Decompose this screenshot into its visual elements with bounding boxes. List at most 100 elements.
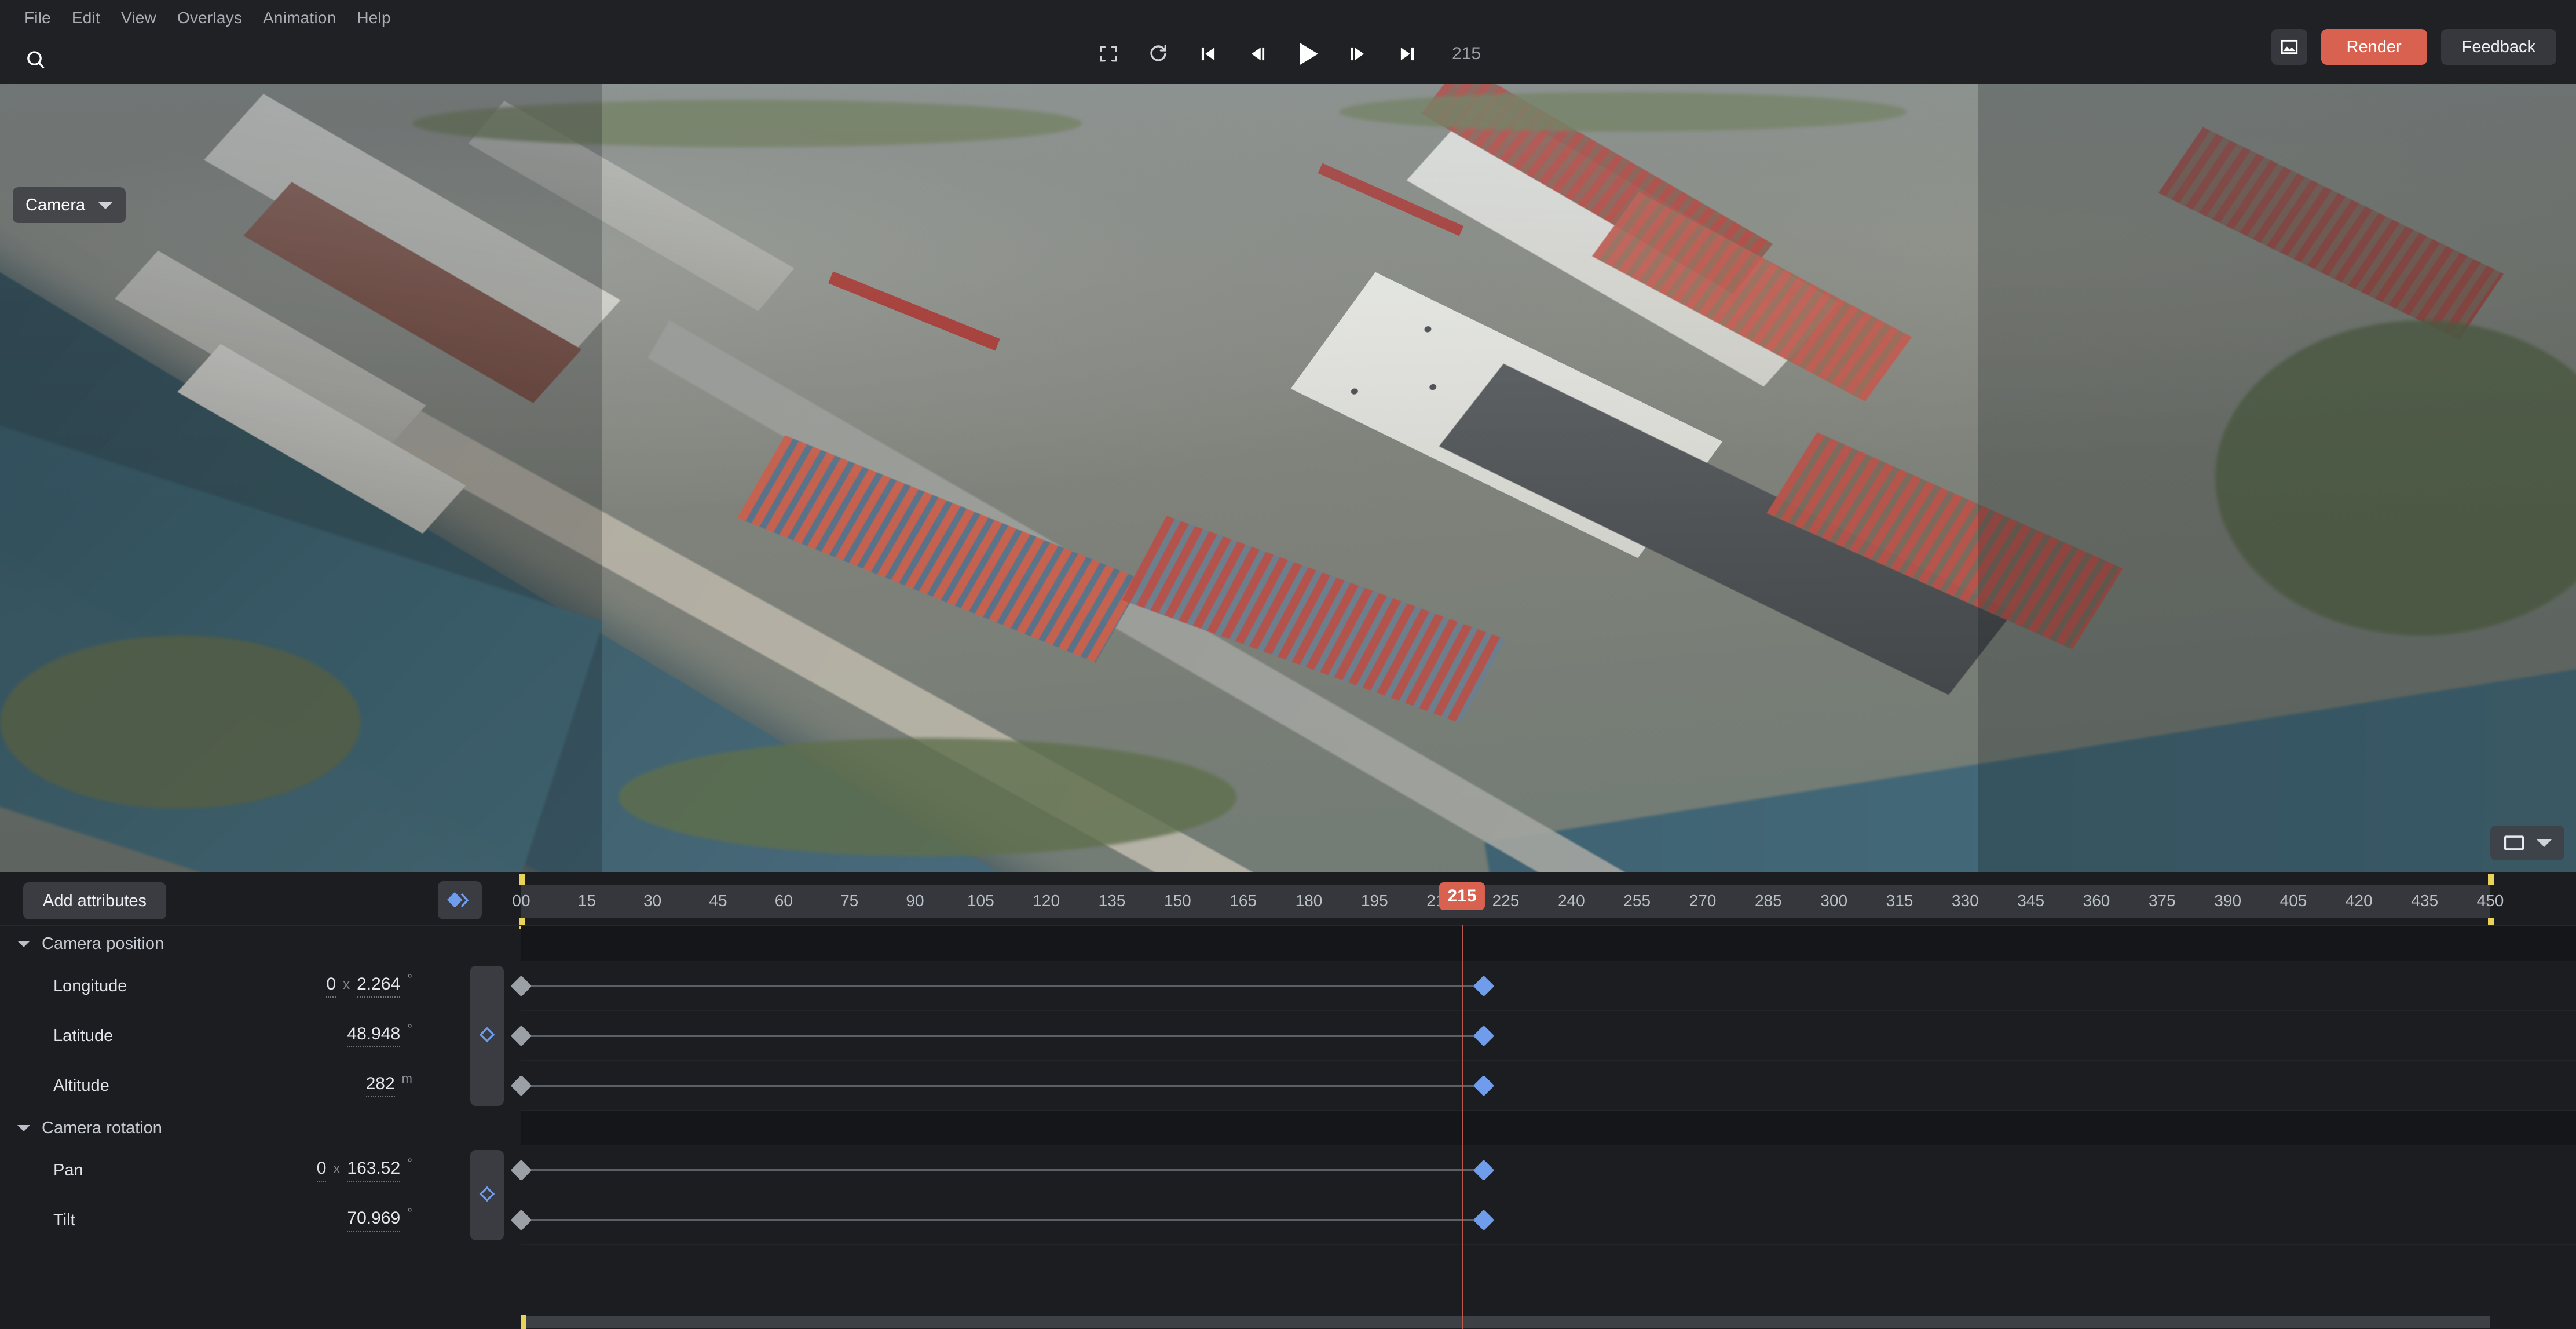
render-button[interactable]: Render (2321, 29, 2427, 65)
attribute-rows: Longitude 0x 2.264 ° Latitude 48.948 ° Altitude… (0, 961, 521, 1111)
skip-end-icon (1396, 43, 1418, 65)
3d-viewport[interactable]: Camera (0, 84, 2576, 872)
ruler-tick-label: 60 (775, 892, 793, 910)
skip-start-icon (1197, 43, 1219, 65)
tree-cluster (412, 100, 1082, 147)
attribute-label: Latitude (53, 1027, 113, 1046)
step-back-button[interactable] (1233, 29, 1283, 79)
ruler-tick-label: 255 (1623, 892, 1651, 910)
track-row[interactable] (521, 1011, 2576, 1061)
multiply-symbol: x (333, 1161, 340, 1180)
attribute-multiplier-input[interactable]: 0 (317, 1159, 327, 1182)
range-marker[interactable] (519, 874, 525, 885)
timeline-ruler[interactable]: 0015304560759010512013515016518019521022… (521, 885, 2490, 918)
aspect-ratio-selector[interactable] (2490, 826, 2564, 860)
keyframe-marker[interactable] (1473, 1075, 1495, 1096)
ruler-tick-label: 00 (512, 892, 530, 910)
attribute-value-input[interactable]: 70.969 (347, 1208, 400, 1232)
menu-item-overlays[interactable]: Overlays (167, 4, 253, 32)
ruler-tick-label: 165 (1230, 892, 1257, 910)
keyframe-segment (521, 1219, 1484, 1221)
attribute-label: Longitude (53, 977, 127, 996)
ruler-tick-label: 285 (1755, 892, 1782, 910)
track-row[interactable] (521, 1195, 2576, 1245)
multiply-symbol: x (343, 977, 350, 995)
camera-selector-label: Camera (25, 196, 85, 215)
camera-selector[interactable]: Camera (13, 187, 126, 223)
feedback-button[interactable]: Feedback (2441, 29, 2556, 65)
attribute-row: Altitude282m (0, 1061, 521, 1111)
attribute-rows: Pan0x163.52°Tilt70.969° (0, 1145, 521, 1245)
menu-item-file[interactable]: File (14, 4, 61, 32)
ruler-tick-label: 150 (1164, 892, 1191, 910)
fullscreen-button[interactable] (1084, 29, 1133, 79)
menu-item-help[interactable]: Help (346, 4, 401, 32)
track-row[interactable] (521, 1145, 2576, 1195)
range-start-handle[interactable] (521, 1315, 526, 1329)
attribute-value-input[interactable]: 163.52 (347, 1159, 400, 1182)
keyframe-marker[interactable] (1473, 975, 1495, 996)
attribute-group-header[interactable]: Camera position (0, 926, 521, 961)
keyframe-segment (521, 1035, 1484, 1037)
attribute-value-input[interactable]: 282 (366, 1074, 395, 1097)
keyframe-marker[interactable] (1473, 1209, 1495, 1231)
loop-button[interactable] (1133, 29, 1183, 79)
keyframe-toggle-button[interactable] (470, 1150, 504, 1240)
next-keyframe-button[interactable] (438, 881, 482, 919)
step-forward-button[interactable] (1333, 29, 1382, 79)
scene-render (0, 84, 2576, 872)
ruler-tick-label: 240 (1558, 892, 1585, 910)
keyframe-diamond-icon (477, 1025, 497, 1047)
keyframe-toggle-button[interactable] (470, 966, 504, 1106)
loop-icon (1147, 42, 1170, 65)
step-back-icon (1247, 43, 1269, 65)
scrollbar-thumb[interactable] (521, 1316, 2490, 1328)
track-row[interactable] (521, 961, 2576, 1011)
attribute-value-input[interactable]: 2.264 (357, 974, 400, 998)
ruler-tick-label: 105 (967, 892, 994, 910)
ruler-tick-label: 45 (709, 892, 727, 910)
skip-to-start-button[interactable] (1183, 29, 1233, 79)
ruler-tick-label: 225 (1492, 892, 1520, 910)
search-button[interactable] (21, 45, 51, 75)
add-attributes-button[interactable]: Add attributes (23, 882, 166, 919)
keyframe-next-icon (447, 891, 473, 910)
image-export-button[interactable] (2271, 29, 2307, 65)
ruler-tick-label: 435 (2411, 892, 2438, 910)
range-marker[interactable] (2488, 874, 2494, 885)
tree-cluster (1340, 92, 1907, 132)
ruler-tick-label: 345 (2017, 892, 2044, 910)
step-forward-icon (1346, 43, 1368, 65)
timeline-horizontal-scrollbar[interactable] (0, 1314, 2576, 1329)
keyframe-marker[interactable] (1473, 1025, 1495, 1046)
ruler-tick-label: 450 (2477, 892, 2504, 910)
attribute-values: 0x 2.264 ° (326, 961, 412, 1011)
play-button[interactable] (1283, 29, 1333, 79)
menu-item-edit[interactable]: Edit (61, 4, 111, 32)
skip-to-end-button[interactable] (1382, 29, 1432, 79)
chevron-down-icon[interactable] (17, 941, 30, 947)
ruler-tick-label: 75 (840, 892, 858, 910)
keyframe-marker[interactable] (1473, 1159, 1495, 1181)
playhead-badge[interactable]: 215 (1439, 882, 1484, 910)
ruler-tick-label: 405 (2280, 892, 2307, 910)
attribute-row: Pan0x163.52° (0, 1145, 521, 1195)
menu-item-view[interactable]: View (111, 4, 167, 32)
attribute-values: 48.948 ° (347, 1011, 412, 1061)
ruler-tick-label: 315 (1886, 892, 1913, 910)
attribute-unit: ° (407, 1021, 412, 1036)
attribute-group-header[interactable]: Camera rotation (0, 1111, 521, 1145)
track-row[interactable] (521, 1061, 2576, 1111)
attribute-row: Tilt70.969° (0, 1195, 521, 1245)
attribute-unit: ° (407, 972, 412, 987)
attribute-multiplier-input[interactable]: 0 (326, 974, 336, 998)
keyframe-segment (521, 1085, 1484, 1087)
menu-item-animation[interactable]: Animation (253, 4, 346, 32)
attribute-row: Longitude 0x 2.264 ° (0, 961, 521, 1011)
chevron-down-icon[interactable] (17, 1125, 30, 1131)
keyframe-tracks[interactable] (521, 925, 2576, 1329)
ruler-tick-label: 30 (643, 892, 661, 910)
top-right-actions: Render Feedback (2271, 29, 2556, 65)
attribute-value-input[interactable]: 48.948 (347, 1024, 400, 1047)
attribute-unit: ° (407, 1156, 412, 1171)
